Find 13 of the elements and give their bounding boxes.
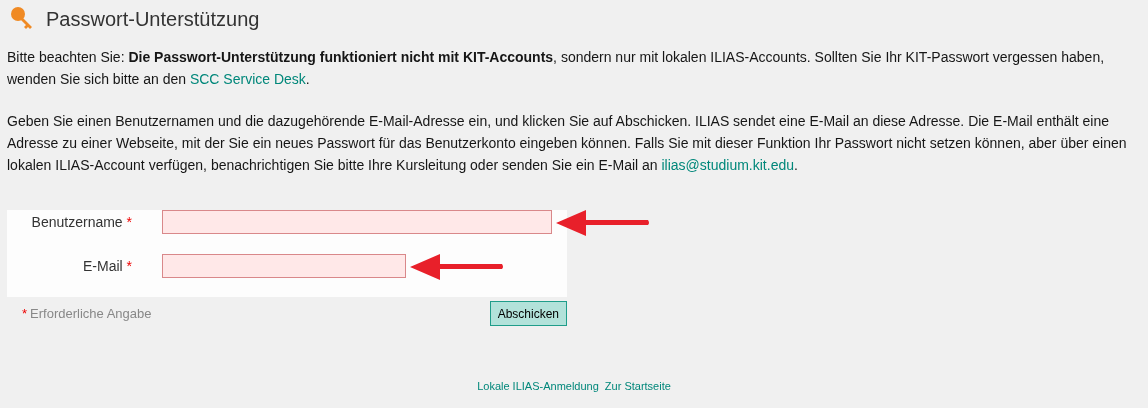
required-note: * Erforderliche Angabe: [22, 304, 152, 323]
footer-link[interactable]: Zur Startseite: [604, 378, 671, 395]
footer-link[interactable]: Lokale ILIAS-Anmeldung: [477, 378, 599, 395]
paragraph: Bitte beachten Sie: Die Passwort-Unterstützung funktioniert nicht mit KIT-Accounts, sondern nur mit lokalen ILIAS-Accounts. Sollten Sie Ihr KIT-Passwort vergessen haben, wenden Sie sich bitte an den SCC Service Desk.: [7, 48, 1106, 89]
input-field[interactable]: [162, 254, 406, 278]
link[interactable]: ilias@studium.kit.edu: [661, 157, 794, 173]
submit-button[interactable]: Abschicken: [489, 301, 567, 326]
field-label: E-Mail *: [82, 256, 133, 276]
link[interactable]: SCC Service Desk: [189, 71, 306, 87]
field-label: Benutzername *: [30, 212, 133, 232]
paragraph: Geben Sie einen Benutzernamen und die dazugehörende E-Mail-Adresse ein, und klicken Sie auf Abschicken. ILIAS sendet eine E-Mail an diese Adresse. Die E-Mail enthält eine Adresse zu einer Webseite, mit der Sie ein neues Passwort für das Benutzerkonto eingeben können. Falls Sie mit dieser Funktion Ihr Passwort nicht setzen können, aber über einen lokalen ILIAS-Account verfügen, benachrichtigen Sie bitte Ihre Kursleitung oder senden Sie ein E-Mail an ilias@studium.kit.edu.: [7, 112, 1128, 175]
input-field[interactable]: [162, 210, 552, 234]
page-title: Passwort-Unterstützung: [46, 7, 260, 32]
